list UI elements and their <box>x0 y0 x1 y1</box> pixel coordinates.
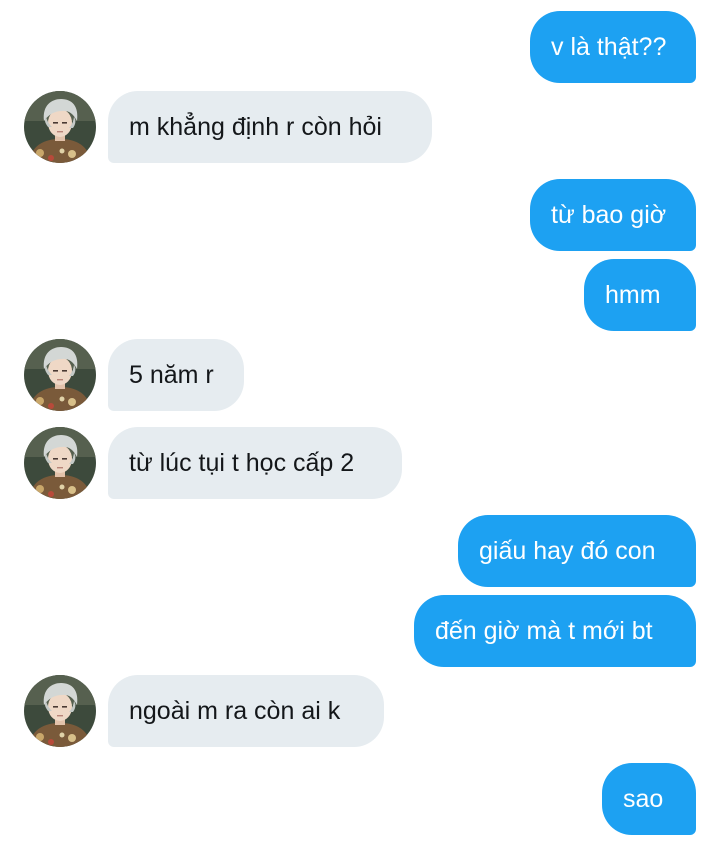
dm-conversation: { "colors": { "outgoing_bubble": "#1da1f… <box>0 0 719 841</box>
avatar-image <box>24 91 96 163</box>
outgoing-message-bubble[interactable]: v là thật?? <box>530 11 696 83</box>
outgoing-message-bubble[interactable]: sao <box>602 763 696 835</box>
message-text: ngoài m ra còn ai k <box>129 696 341 725</box>
outgoing-message-bubble[interactable]: đến giờ mà t mới bt <box>414 595 696 667</box>
incoming-message-bubble[interactable]: từ lúc tụi t học cấp 2 <box>108 427 402 499</box>
incoming-message-bubble[interactable]: 5 năm r <box>108 339 244 411</box>
message-text: v là thật?? <box>551 32 667 61</box>
contact-avatar[interactable] <box>24 427 96 499</box>
incoming-message-bubble[interactable]: ngoài m ra còn ai k <box>108 675 384 747</box>
outgoing-message-bubble[interactable]: giấu hay đó con <box>458 515 696 587</box>
avatar-image <box>24 427 96 499</box>
avatar-image <box>24 339 96 411</box>
message-text: hmm <box>605 280 661 309</box>
contact-avatar[interactable] <box>24 339 96 411</box>
avatar-image <box>24 675 96 747</box>
message-text: từ lúc tụi t học cấp 2 <box>129 448 355 477</box>
outgoing-message-bubble[interactable]: từ bao giờ <box>530 179 696 251</box>
message-text: đến giờ mà t mới bt <box>435 616 653 645</box>
contact-avatar[interactable] <box>24 675 96 747</box>
contact-avatar[interactable] <box>24 91 96 163</box>
message-text: 5 năm r <box>129 360 214 389</box>
incoming-message-bubble[interactable]: m khẳng định r còn hỏi <box>108 91 432 163</box>
message-text: từ bao giờ <box>551 200 667 229</box>
message-text: sao <box>623 784 664 813</box>
outgoing-message-bubble[interactable]: hmm <box>584 259 696 331</box>
message-text: m khẳng định r còn hỏi <box>129 112 382 141</box>
message-text: giấu hay đó con <box>479 536 656 565</box>
